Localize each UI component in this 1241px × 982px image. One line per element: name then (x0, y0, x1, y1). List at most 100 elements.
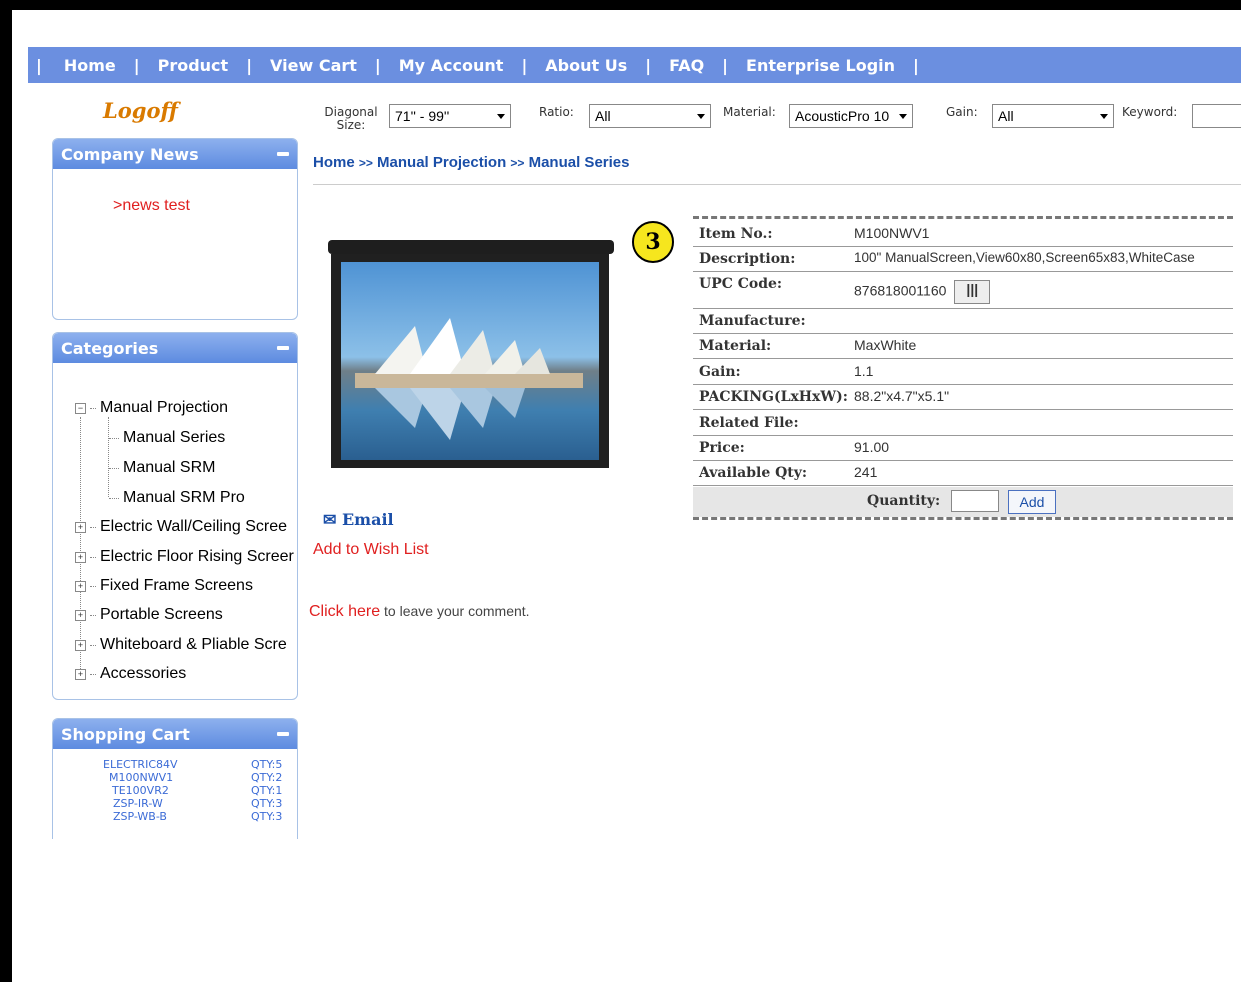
breadcrumb-manual-series[interactable]: Manual Series (529, 154, 630, 171)
cart-item-qty: QTY:1 (251, 784, 283, 797)
nav-separator: | (722, 55, 729, 75)
keyword-input[interactable] (1192, 104, 1241, 128)
category-accessories[interactable]: + Accessories (75, 665, 186, 683)
category-portable[interactable]: + Portable Screens (75, 606, 223, 624)
detail-label: Description: (699, 251, 796, 267)
diagonal-label-line1: Diagonal (324, 105, 378, 119)
category-electric-wall[interactable]: + Electric Wall/Ceiling Scree (75, 518, 287, 536)
window-frame-left (0, 0, 12, 982)
chevron-down-icon (697, 113, 705, 119)
expand-tree-icon[interactable]: + (75, 580, 86, 592)
detail-value: 241 (854, 464, 878, 480)
nav-faq[interactable]: FAQ (669, 56, 704, 75)
detail-label: Gain: (699, 364, 741, 380)
diagonal-size-select[interactable]: 71'' - 99'' (389, 104, 511, 128)
cart-item-qty: QTY:3 (251, 797, 283, 810)
chevron-down-icon (497, 113, 505, 119)
email-link[interactable]: ✉ Email (323, 510, 394, 529)
opera-house-graphic (355, 318, 583, 388)
collapse-icon[interactable] (277, 346, 289, 350)
category-manual-srm[interactable]: Manual SRM (109, 459, 215, 477)
cart-item-sku[interactable]: ZSP-IR-W (113, 797, 163, 810)
shopping-cart-header: Shopping Cart (53, 719, 297, 749)
detail-label: Available Qty: (699, 465, 808, 481)
email-label: Email (341, 510, 394, 529)
cart-item-sku[interactable]: ZSP-WB-B (113, 810, 167, 823)
logoff-link[interactable]: Logoff (103, 98, 178, 123)
nav-separator: | (374, 55, 381, 75)
tree-dots (109, 467, 119, 469)
cart-item-qty: QTY:2 (251, 771, 283, 784)
category-label: Manual SRM Pro (123, 489, 245, 506)
nav-home[interactable]: Home (64, 56, 116, 75)
keyword-label: Keyword: (1122, 105, 1178, 119)
nav-about-us[interactable]: About Us (545, 56, 627, 75)
nav-separator: | (246, 55, 253, 75)
add-to-wish-list-link[interactable]: Add to Wish List (313, 541, 429, 559)
expand-tree-icon[interactable]: + (75, 521, 86, 533)
expand-tree-icon[interactable]: + (75, 639, 86, 651)
expand-tree-icon[interactable]: + (75, 609, 86, 621)
cart-item-sku[interactable]: TE100VR2 (112, 784, 169, 797)
nav-separator: | (645, 55, 652, 75)
category-label: Electric Floor Rising Screer (100, 548, 294, 565)
tree-dots (90, 614, 96, 616)
category-whiteboard[interactable]: + Whiteboard & Pliable Scre (75, 636, 287, 654)
categories-header: Categories (53, 333, 297, 363)
barcode-button[interactable]: ||| (954, 280, 991, 304)
category-label: Manual Series (123, 429, 226, 446)
nav-view-cart[interactable]: View Cart (270, 56, 357, 75)
expand-tree-icon[interactable]: + (75, 551, 86, 563)
cart-item-sku[interactable]: ELECTRIC84V (103, 758, 178, 771)
breadcrumb: Home >> Manual Projection >> Manual Seri… (313, 154, 629, 171)
dashed-border-top (693, 216, 1233, 219)
expand-tree-icon[interactable]: + (75, 668, 86, 680)
detail-row-gain: Gain: 1.1 (693, 360, 1233, 385)
categories-panel: Categories − Manual Projection Manual Ser… (52, 332, 298, 700)
detail-value: 876818001160 (854, 282, 947, 299)
diagonal-size-label: Diagonal Size: (322, 106, 380, 132)
collapse-icon[interactable] (277, 732, 289, 736)
nav-product[interactable]: Product (158, 56, 229, 75)
company-news-title: Company News (61, 144, 199, 164)
category-label: Fixed Frame Screens (100, 577, 253, 594)
cart-item-sku[interactable]: M100NWV1 (109, 771, 173, 784)
chevron-down-icon (899, 113, 907, 119)
detail-label: UPC Code: (699, 276, 783, 292)
tree-dots (90, 673, 96, 675)
detail-row-available-qty: Available Qty: 241 (693, 461, 1233, 486)
add-to-cart-button[interactable]: Add (1008, 490, 1056, 514)
envelope-icon: ✉ (323, 510, 337, 529)
gain-select[interactable]: All (992, 104, 1114, 128)
ratio-select[interactable]: All (589, 104, 711, 128)
material-select[interactable]: AcousticPro 10 (789, 104, 913, 128)
tree-dots (90, 644, 96, 646)
nav-my-account[interactable]: My Account (399, 56, 504, 75)
company-news-panel: Company News >news test (52, 138, 298, 320)
category-manual-projection[interactable]: − Manual Projection (75, 399, 228, 417)
category-label: Electric Wall/Ceiling Scree (100, 518, 288, 535)
collapse-tree-icon[interactable]: − (75, 402, 86, 414)
comment-link[interactable]: Click here (309, 603, 380, 620)
breadcrumb-home[interactable]: Home (313, 154, 355, 171)
gain-value: All (998, 108, 1014, 124)
comment-text: to leave your comment. (380, 603, 530, 619)
ratio-label: Ratio: (539, 105, 574, 119)
news-item[interactable]: >news test (113, 197, 190, 215)
dashed-border-bottom (693, 517, 1233, 520)
breadcrumb-manual-projection[interactable]: Manual Projection (377, 154, 506, 171)
category-electric-floor[interactable]: + Electric Floor Rising Screer (75, 548, 294, 566)
detail-row-price: Price: 91.00 (693, 436, 1233, 461)
nav-enterprise-login[interactable]: Enterprise Login (746, 56, 895, 75)
categories-title: Categories (61, 338, 159, 358)
category-manual-series[interactable]: Manual Series (109, 429, 225, 447)
shopping-cart-panel: Shopping Cart ELECTRIC84V QTY:5 M100NWV1… (52, 718, 298, 839)
category-label: Portable Screens (100, 606, 223, 623)
company-news-header: Company News (53, 139, 297, 169)
collapse-icon[interactable] (277, 152, 289, 156)
category-fixed-frame[interactable]: + Fixed Frame Screens (75, 577, 253, 595)
category-manual-srm-pro[interactable]: Manual SRM Pro (109, 489, 245, 507)
detail-label: Related File: (699, 415, 799, 431)
detail-value: 1.1 (854, 363, 874, 379)
quantity-input[interactable] (951, 490, 999, 512)
